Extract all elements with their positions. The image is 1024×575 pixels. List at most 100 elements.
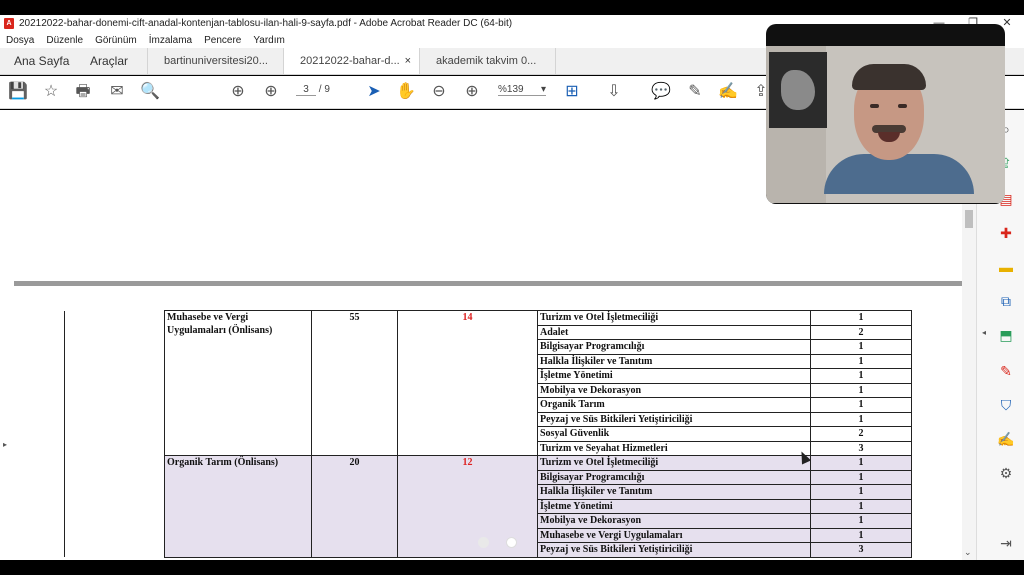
table-row: Organik Tarım (Önlisans) 20 12 Turizm ve Ot… <box>64 455 912 558</box>
department-quota-cell: 1 <box>810 498 912 514</box>
scroll-down-icon[interactable]: ⌄ <box>964 547 972 558</box>
department-cell: Turizm ve Seyahat Hizmetleri <box>537 440 811 456</box>
program-cell: Organik Tarım (Önlisans) <box>164 455 312 558</box>
quota-cell: 20 <box>311 455 398 558</box>
left-gutter: ▸ <box>0 110 14 560</box>
page-number-input[interactable]: 3 <box>296 84 316 96</box>
hand-tool-icon[interactable]: ✋ <box>396 82 416 102</box>
zoom-select[interactable]: %139 ▾ <box>498 84 546 96</box>
edit-pdf-icon[interactable]: ✚ <box>997 224 1015 242</box>
chevron-down-icon: ▾ <box>540 84 546 95</box>
zoom-out-icon[interactable]: ⊖ <box>429 82 449 102</box>
window-title: 20212022-bahar-donemi-cift-anadal-konten… <box>19 18 513 29</box>
department-cell: Adalet <box>537 324 811 340</box>
person-eye <box>898 104 907 108</box>
department-cell: Turizm ve Otel İşletmeciliği <box>537 310 811 326</box>
select-tool-icon[interactable]: ➤ <box>364 82 384 102</box>
menu-help[interactable]: Yardım <box>253 35 285 46</box>
department-quota-cell: 3 <box>810 542 912 558</box>
menu-file[interactable]: Dosya <box>6 35 34 46</box>
department-quota-cell: 1 <box>810 339 912 355</box>
page-indicator: 3 / 9 <box>296 84 330 96</box>
print-icon[interactable]: 🖶 <box>73 82 93 102</box>
department-cell: Peyzaj ve Süs Bitkileri Yetiştiriciliği <box>537 411 811 427</box>
count-cell: 14 <box>397 310 538 456</box>
department-cell: Bilgisayar Programcılığı <box>537 339 811 355</box>
scroll-thumb[interactable] <box>965 210 973 228</box>
wall-picture <box>769 52 827 128</box>
left-margin-cell <box>64 455 165 557</box>
tab-home[interactable]: Ana Sayfa <box>0 48 70 74</box>
quota-table: Muhasebe ve Vergi Uygulamaları (Önlisans… <box>64 310 912 558</box>
bookmark-icon[interactable]: ☆ <box>41 82 61 102</box>
person-hair <box>852 64 926 90</box>
department-quota-cell: 1 <box>810 484 912 500</box>
save-icon[interactable]: 💾 <box>8 82 28 102</box>
more-tools-icon[interactable]: ⚙ <box>997 464 1015 482</box>
prev-page-icon[interactable]: ⊕ <box>228 82 248 102</box>
search-icon[interactable]: 🔍 <box>140 82 160 102</box>
tab-label: bartinuniversitesi20... <box>164 55 268 67</box>
person-eye <box>870 104 879 108</box>
next-page-icon[interactable]: ⊕ <box>261 82 281 102</box>
combine-files-icon[interactable]: ⧉ <box>997 292 1015 310</box>
dot-indicator-active[interactable] <box>506 537 517 548</box>
department-quota-cell: 2 <box>810 324 912 340</box>
department-quota-cell: 1 <box>810 513 912 529</box>
department-cell: Turizm ve Otel İşletmeciliği <box>537 455 811 471</box>
menu-sign[interactable]: İmzalama <box>149 35 192 46</box>
department-cell: Halkla İlişkiler ve Tanıtım <box>537 484 811 500</box>
department-quota-cell: 1 <box>810 382 912 398</box>
page-total: / 9 <box>318 84 330 95</box>
collapse-panel-icon[interactable]: ◂ <box>982 328 986 337</box>
tab-tools[interactable]: Araçlar <box>70 48 148 74</box>
menu-view[interactable]: Görünüm <box>95 35 137 46</box>
department-quota-cell: 1 <box>810 353 912 369</box>
menu-window[interactable]: Pencere <box>204 35 241 46</box>
page-separator <box>14 281 962 286</box>
dot-indicator[interactable] <box>478 537 489 548</box>
tab-label: akademik takvim 0... <box>436 55 537 67</box>
program-cell: Muhasebe ve Vergi Uygulamaları (Önlisans… <box>164 310 312 456</box>
tab-doc-takvim[interactable]: akademik takvim 0... <box>420 48 556 74</box>
comment-icon[interactable]: 💬 <box>651 82 671 102</box>
screen: A 20212022-bahar-donemi-cift-anadal-kont… <box>0 0 1024 575</box>
webcam-overlay <box>766 24 1005 204</box>
protect-icon[interactable]: ⛉ <box>997 396 1015 414</box>
sign-icon[interactable]: ✍ <box>718 82 738 102</box>
department-quota-cell: 1 <box>810 310 912 326</box>
department-cell: Halkla İlişkiler ve Tanıtım <box>537 353 811 369</box>
mail-icon[interactable]: ✉ <box>107 82 127 102</box>
department-cell: Mobilya ve Dekorasyon <box>537 513 811 529</box>
department-quota-cell: 1 <box>810 397 912 413</box>
compress-pdf-icon[interactable]: ⬒ <box>997 326 1015 344</box>
table-row: Muhasebe ve Vergi Uygulamaları (Önlisans… <box>64 310 912 456</box>
department-cell: Peyzaj ve Süs Bitkileri Yetiştiriciliği <box>537 542 811 558</box>
department-quota-cell: 1 <box>810 411 912 427</box>
sign-tool-icon[interactable]: ✍ <box>997 430 1015 448</box>
department-cell: Mobilya ve Dekorasyon <box>537 382 811 398</box>
department-quota-cell: 1 <box>810 368 912 384</box>
tab-label: 20212022-bahar-d... <box>300 55 400 67</box>
tab-doc-active[interactable]: 20212022-bahar-d... × <box>284 48 420 74</box>
department-cell: Bilgisayar Programcılığı <box>537 469 811 485</box>
person-shirt <box>824 154 974 194</box>
page-dots <box>478 535 534 553</box>
scroll-mode-icon[interactable]: ⇩ <box>604 82 624 102</box>
department-quota-cell: 3 <box>810 440 912 456</box>
acrobat-logo-icon: A <box>4 18 14 29</box>
highlight-icon[interactable]: ✎ <box>685 82 705 102</box>
comment-tool-icon[interactable]: ▬ <box>997 258 1015 276</box>
top-letterbox <box>0 0 1024 15</box>
bottom-letterbox <box>0 560 1024 575</box>
department-quota-cell: 2 <box>810 426 912 442</box>
tab-doc-bartin[interactable]: bartinuniversitesi20... <box>148 48 284 74</box>
expand-left-icon[interactable]: ▸ <box>3 440 7 449</box>
tab-close-icon[interactable]: × <box>405 48 411 74</box>
fill-sign-icon[interactable]: ✎ <box>997 362 1015 380</box>
menu-edit[interactable]: Düzenle <box>46 35 83 46</box>
department-cell: İşletme Yönetimi <box>537 368 811 384</box>
expand-panel-icon[interactable]: ⇥ <box>997 534 1015 552</box>
fit-page-icon[interactable]: ⊞ <box>562 82 582 102</box>
zoom-in-icon[interactable]: ⊕ <box>462 82 482 102</box>
